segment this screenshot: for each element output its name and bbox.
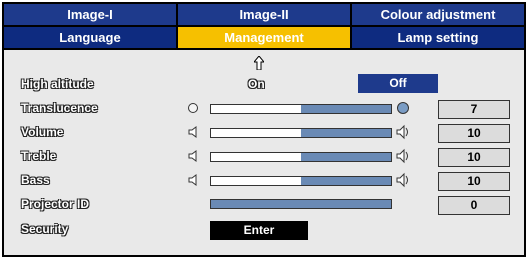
high-altitude-on-option[interactable]: On — [248, 77, 265, 91]
tab-row-primary: Image-I Image-II Colour adjustment — [4, 4, 524, 25]
bass-slider[interactable] — [210, 176, 392, 186]
speaker-icon — [188, 150, 197, 162]
translucence-label: Translucence — [21, 101, 98, 115]
projector-id-value: 0 — [438, 196, 510, 215]
security-enter-button[interactable]: Enter — [210, 221, 308, 240]
volume-value: 10 — [438, 124, 510, 143]
translucence-slider[interactable] — [210, 104, 392, 114]
treble-value: 10 — [438, 148, 510, 167]
projector-id-bar[interactable] — [210, 199, 392, 209]
circle-icon — [397, 102, 409, 114]
volume-slider[interactable] — [210, 128, 392, 138]
treble-slider-fill — [301, 153, 391, 161]
translucence-slider-fill — [301, 105, 391, 113]
up-arrow-icon — [254, 56, 264, 70]
treble-label: Treble — [21, 149, 57, 163]
tab-image-i[interactable]: Image-I — [4, 4, 178, 25]
bass-value: 10 — [438, 172, 510, 191]
speaker-icon — [188, 126, 197, 138]
tab-language[interactable]: Language — [4, 27, 178, 48]
volume-slider-fill — [301, 129, 391, 137]
security-label: Security — [21, 222, 69, 236]
tab-colour-adjustment[interactable]: Colour adjustment — [352, 4, 524, 25]
speaker-loud-icon — [396, 148, 408, 164]
tab-management[interactable]: Management — [178, 27, 352, 48]
tab-lamp-setting[interactable]: Lamp setting — [352, 27, 524, 48]
speaker-icon — [188, 174, 197, 186]
projector-id-label: Projector ID — [21, 197, 90, 211]
bass-slider-fill — [301, 177, 391, 185]
volume-label: Volume — [21, 125, 64, 139]
tab-row-secondary: Language Management Lamp setting — [4, 27, 524, 48]
speaker-loud-icon — [396, 172, 408, 188]
bass-label: Bass — [21, 173, 50, 187]
high-altitude-label: High altitude — [21, 77, 94, 91]
translucence-value: 7 — [438, 100, 510, 119]
tab-image-ii[interactable]: Image-II — [178, 4, 352, 25]
circle-icon — [188, 103, 198, 113]
high-altitude-off-option[interactable]: Off — [358, 74, 438, 93]
osd-menu: Image-I Image-II Colour adjustment Langu… — [2, 2, 526, 257]
management-panel: High altitude On Off Translucence 7 Volu… — [4, 50, 524, 255]
treble-slider[interactable] — [210, 152, 392, 162]
speaker-loud-icon — [396, 124, 408, 140]
